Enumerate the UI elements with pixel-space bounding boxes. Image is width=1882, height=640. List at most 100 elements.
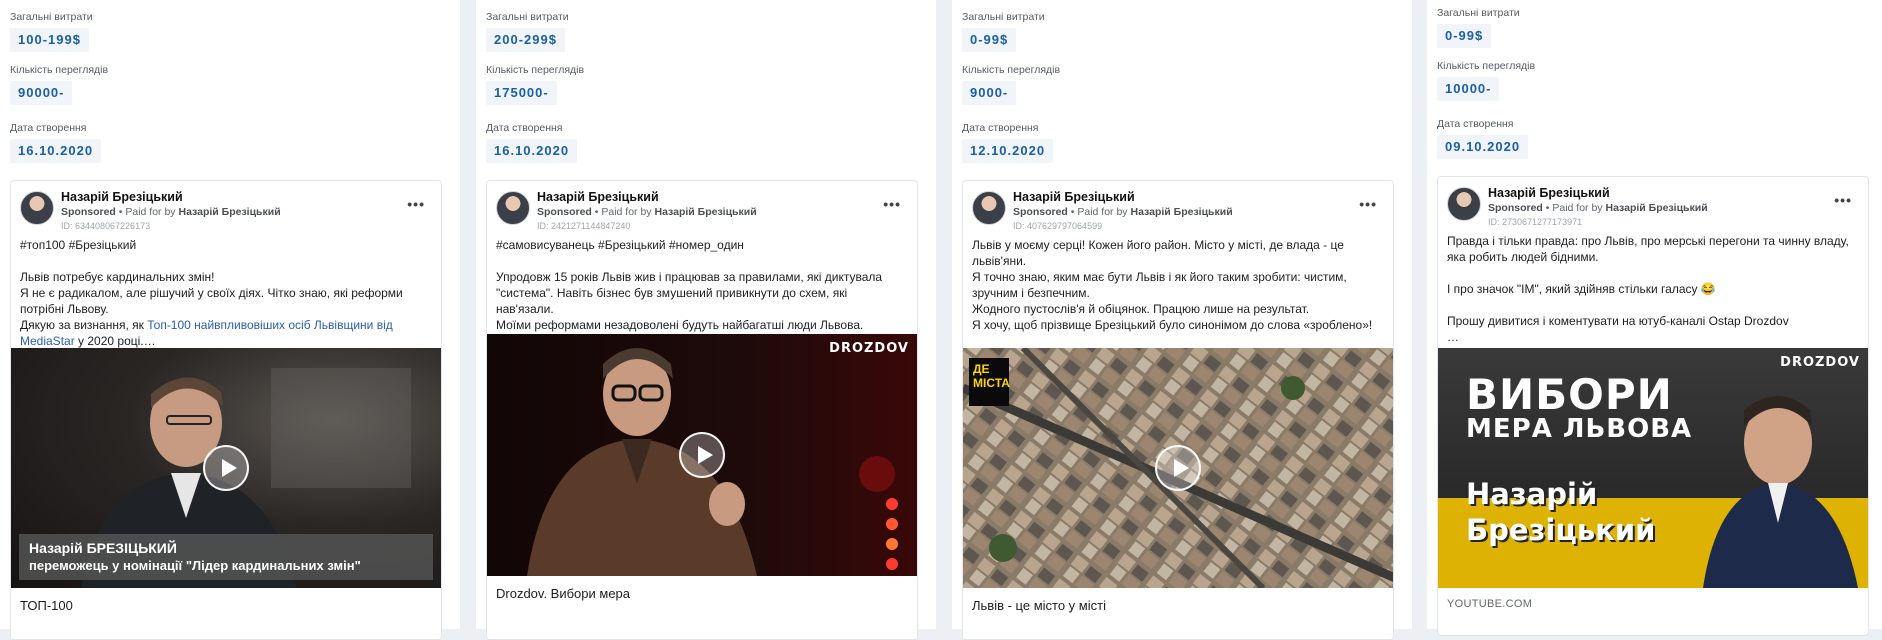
avatar[interactable] [20, 191, 54, 225]
link-caption[interactable]: YOUTUBE.COM [1438, 588, 1868, 620]
views-value: 175000- [486, 81, 557, 105]
views-block: Кількість переглядів 10000- [1437, 59, 1535, 101]
ad-text-main: Правда і тільки правда: про Львів, про м… [1447, 234, 1849, 344]
created-block: Дата створення 12.10.2020 [962, 121, 1054, 163]
ad-header: Назарій Брезіцький Sponsored • Paid for … [11, 181, 441, 237]
views-label: Кількість переглядів [1437, 60, 1536, 72]
more-options-icon[interactable]: ••• [407, 196, 425, 212]
ad-id: ID: 2730671277173971 [1488, 217, 1583, 227]
ad-card: Назарій Брезіцький Sponsored • Paid for … [1437, 176, 1869, 636]
spend-block: Загальні витрати 0-99$ [962, 10, 1045, 52]
created-value: 16.10.2020 [10, 139, 102, 163]
avatar[interactable] [496, 191, 530, 225]
spend-label: Загальні витрати [1437, 7, 1520, 19]
spend-value: 200-299$ [486, 28, 565, 52]
ad-column-1: Загальні витрати 100-199$ Кількість пере… [0, 0, 460, 640]
sponsored-line: Sponsored • Paid for by Назарій Брезіцьк… [61, 206, 281, 218]
video-thumbnail[interactable]: ДЕ МІСТА [963, 348, 1393, 588]
spend-block: Загальні витрати 200-299$ [486, 10, 569, 52]
ad-column-3: Загальні витрати 0-99$ Кількість перегля… [952, 0, 1412, 640]
spend-value: 0-99$ [962, 28, 1017, 52]
avatar[interactable] [1447, 187, 1481, 221]
more-options-icon[interactable]: ••• [1834, 192, 1852, 208]
ad-header: Назарій Брезіцький Sponsored • Paid for … [487, 181, 917, 237]
ad-body-text: Правда і тільки правда: про Львів, про м… [1438, 233, 1868, 348]
video-name-line-1: Назарій [1466, 477, 1598, 511]
sponsored-line: Sponsored • Paid for by Назарій Брезіцьк… [1488, 202, 1708, 214]
ad-id: ID: 634408067226173 [61, 221, 151, 231]
link-caption[interactable]: Львів - це місто у місті [963, 588, 1393, 623]
sponsored-line: Sponsored • Paid for by Назарій Брезіцьк… [1013, 206, 1233, 218]
author-name[interactable]: Назарій Брезіцький [1488, 186, 1610, 200]
avatar[interactable] [972, 191, 1006, 225]
views-value: 9000- [962, 81, 1017, 105]
views-label: Кількість переглядів [486, 64, 585, 76]
video-title-line-1: ВИБОРИ [1466, 370, 1673, 419]
link-caption[interactable]: Drozdov. Вибори мера [487, 576, 917, 611]
created-block: Дата створення 16.10.2020 [10, 121, 102, 163]
sponsored-line: Sponsored • Paid for by Назарій Брезіцьк… [537, 206, 757, 218]
ad-body-text: Львів у моєму серці! Кожен його район. М… [963, 237, 1393, 364]
spend-block: Загальні витрати 0-99$ [1437, 6, 1520, 48]
created-value: 16.10.2020 [486, 139, 578, 163]
ad-column-4: Загальні витрати 0-99$ Кількість перегля… [1427, 0, 1882, 636]
views-value: 10000- [1437, 77, 1500, 101]
play-icon[interactable] [1155, 445, 1201, 491]
link-caption[interactable]: ТОП-100 [11, 588, 441, 623]
paid-for-by-label: • Paid for by [118, 206, 176, 218]
spend-label: Загальні витрати [10, 11, 93, 23]
author-name[interactable]: Назарій Брезіцький [1013, 190, 1135, 204]
paid-for-by-label: • Paid for by [1545, 202, 1603, 214]
spend-label: Загальні витрати [962, 11, 1045, 23]
video-banner: Назарій БРЕЗІЦЬКИЙ переможець у номінаці… [19, 534, 433, 580]
video-name-overlay: Назарій Брезіцький [1466, 476, 1655, 548]
payer-name[interactable]: Назарій Брезіцький [654, 206, 756, 218]
more-options-icon[interactable]: ••• [1359, 196, 1377, 212]
ad-header: Назарій Брезіцький Sponsored • Paid for … [1438, 177, 1868, 233]
spend-value: 100-199$ [10, 28, 89, 52]
payer-name[interactable]: Назарій Брезіцький [178, 206, 280, 218]
more-options-icon[interactable]: ••• [883, 196, 901, 212]
created-label: Дата створення [1437, 118, 1514, 130]
ad-body-text: #топ100 #Брезіцький Львів потребує карди… [11, 237, 441, 348]
author-name[interactable]: Назарій Брезіцький [61, 190, 183, 204]
ad-card: Назарій Брезіцький Sponsored • Paid for … [962, 180, 1394, 640]
brand-watermark: DROZDOV [829, 341, 909, 356]
ad-card: Назарій Брезіцький Sponsored • Paid for … [10, 180, 442, 640]
video-thumbnail[interactable]: DROZDOV [487, 334, 917, 576]
created-block: Дата створення 16.10.2020 [486, 121, 578, 163]
spend-block: Загальні витрати 100-199$ [10, 10, 93, 52]
play-icon[interactable] [679, 432, 725, 478]
created-label: Дата створення [10, 122, 87, 134]
ad-text-main: Львів у моєму серці! Кожен його район. М… [972, 238, 1373, 364]
brand-watermark: DROZDOV [1780, 355, 1860, 370]
created-value: 12.10.2020 [962, 139, 1054, 163]
spend-label: Загальні витрати [486, 11, 569, 23]
author-name[interactable]: Назарій Брезіцький [537, 190, 659, 204]
video-title-overlay: ВИБОРИ МЕРА ЛЬВОВА [1466, 370, 1693, 446]
ad-id: ID: 407629797064599 [1013, 221, 1103, 231]
video-thumbnail[interactable]: Назарій БРЕЗІЦЬКИЙ переможець у номінаці… [11, 348, 441, 588]
video-title-line-2: МЕРА ЛЬВОВА [1466, 414, 1693, 444]
sponsored-label: Sponsored [537, 206, 592, 218]
views-block: Кількість переглядів 175000- [486, 63, 584, 105]
ad-header: Назарій Брезіцький Sponsored • Paid for … [963, 181, 1393, 237]
channel-badge: ДЕ МІСТА [969, 358, 1010, 406]
ad-text-main: #самовисуванець #Брезіцький #номер_один … [496, 238, 883, 348]
views-value: 90000- [10, 81, 73, 105]
video-name-line-2: Брезіцький [1466, 513, 1656, 547]
ad-card: Назарій Брезіцький Sponsored • Paid for … [486, 180, 918, 640]
video-thumbnail[interactable]: DROZDOV ВИБОРИ МЕРА ЛЬВОВА Назарій Брезі… [1438, 348, 1868, 588]
payer-name[interactable]: Назарій Брезіцький [1605, 202, 1707, 214]
ad-column-2: Загальні витрати 200-299$ Кількість пере… [476, 0, 936, 640]
banner-line-2: переможець у номінації "Лідер кардинальн… [29, 558, 361, 573]
paid-for-by-label: • Paid for by [1070, 206, 1128, 218]
paid-for-by-label: • Paid for by [594, 206, 652, 218]
ad-id: ID: 2421271144847240 [537, 221, 631, 231]
created-block: Дата створення 09.10.2020 [1437, 117, 1529, 159]
sponsored-label: Sponsored [61, 206, 116, 218]
sponsored-label: Sponsored [1013, 206, 1068, 218]
ad-text-tail: у 2020 році.… [74, 334, 156, 348]
payer-name[interactable]: Назарій Брезіцький [1130, 206, 1232, 218]
play-icon[interactable] [203, 445, 249, 491]
